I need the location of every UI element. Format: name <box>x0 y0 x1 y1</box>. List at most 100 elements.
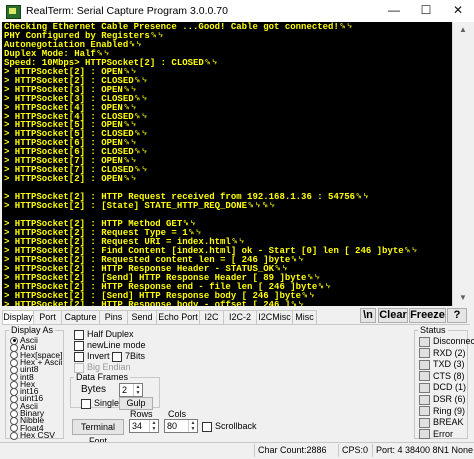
status-indicator-label: DCD (1) <box>433 382 466 393</box>
rows-value: 34 <box>132 421 143 431</box>
single-checkbox[interactable]: Single <box>81 398 119 409</box>
checkbox-icon <box>202 421 212 432</box>
tab-display[interactable]: Display <box>2 310 34 325</box>
status-indicator-label: CTS (8) <box>433 370 465 381</box>
tab-echo-port[interactable]: Echo Port <box>156 310 200 325</box>
status-indicator-label: DSR (6) <box>433 394 466 404</box>
checkbox-icon <box>81 398 91 409</box>
led-icon <box>419 394 430 405</box>
data-frames-group: Data Frames Bytes 2 ▲ ▼ Single Gulp <box>70 372 160 410</box>
led-icon <box>419 371 430 382</box>
status-indicator: Disconnect <box>419 336 474 347</box>
display-as-group: Display As Ascii Ansi Hex[space] Hex + Asci… <box>5 325 64 440</box>
status-indicator-label: RXD (2) <box>433 347 466 358</box>
help-button[interactable]: ? <box>447 308 467 323</box>
realterm-app-icon <box>6 5 21 19</box>
cps-readout: CPS:0 <box>338 444 372 457</box>
status-indicator-label: BREAK <box>433 417 464 428</box>
status-bar: Char Count:2886 CPS:0 Port: 4 38400 8N1 … <box>0 442 474 459</box>
invert-checkbox[interactable]: Invert <box>74 351 110 362</box>
cols-stepper[interactable]: 80 ▲ ▼ <box>164 419 198 433</box>
spin-arrows-icon[interactable]: ▲ ▼ <box>188 420 197 432</box>
led-icon <box>419 336 430 347</box>
status-indicator: Ring (9) <box>419 406 465 417</box>
status-label: Status <box>420 325 446 335</box>
single-label: Single <box>94 398 120 408</box>
terminal-font-button[interactable]: Terminal Font <box>72 419 124 446</box>
bytes-value: 2 <box>122 385 128 395</box>
close-button[interactable]: ✕ <box>442 0 474 20</box>
bytes-label: Bytes <box>81 384 107 395</box>
window-title: RealTerm: Serial Capture Program 3.0.0.7… <box>26 5 228 17</box>
7bits-label: 7Bits <box>125 351 146 361</box>
bytes-stepper[interactable]: 2 ▲ ▼ <box>119 383 143 397</box>
data-frames-label: Data Frames <box>76 372 129 382</box>
status-indicator: RXD (2) <box>419 348 466 359</box>
tab-i2c[interactable]: I2C <box>199 310 224 325</box>
terminal-output[interactable]: Checking Ethernet Cable Presence ...Good… <box>2 22 452 306</box>
status-indicator: DCD (1) <box>419 382 466 394</box>
tab-i2c-2[interactable]: I2C-2 <box>223 310 257 325</box>
maximize-button[interactable]: ☐ <box>410 0 442 20</box>
title-bar: RealTerm: Serial Capture Program 3.0.0.7… <box>0 0 474 22</box>
terminal-line: > HTTPSocket[2] : OPEN␍␊ <box>4 174 138 185</box>
freeze-button[interactable]: Freeze <box>409 308 446 323</box>
scroll-down-arrow-icon[interactable]: ▼ <box>453 290 473 306</box>
status-indicator: BREAK <box>419 417 464 428</box>
big-endian-label: Big Endian <box>87 362 131 372</box>
led-icon <box>419 359 430 370</box>
led-icon <box>419 383 430 394</box>
led-icon <box>419 417 430 428</box>
led-icon <box>419 406 430 417</box>
spin-arrows-icon[interactable]: ▲ ▼ <box>149 420 158 432</box>
cols-label: Cols <box>168 409 187 419</box>
tab-capture[interactable]: Capture <box>61 310 100 325</box>
status-indicator-label: Disconnect <box>433 336 474 346</box>
led-icon <box>419 429 430 440</box>
terminal-scrollbar[interactable]: ▲ ▼ <box>452 22 473 306</box>
status-indicator-label: TXD (3) <box>433 359 465 370</box>
newline-button[interactable]: \n <box>360 308 376 323</box>
checkbox-icon <box>74 340 84 351</box>
led-icon <box>419 348 430 359</box>
cols-value: 80 <box>167 421 178 431</box>
spin-arrows-icon[interactable]: ▲ ▼ <box>133 384 142 396</box>
checkbox-icon <box>112 351 122 362</box>
status-group: Status Disconnect RXD (2) TXD (3) CTS (8) DC… <box>414 325 474 440</box>
clear-button[interactable]: Clear <box>378 308 408 323</box>
rows-stepper[interactable]: 34 ▲ ▼ <box>129 419 159 433</box>
tab-misc[interactable]: Misc <box>292 310 317 325</box>
port-settings: Port: 4 38400 8N1 None <box>372 444 474 457</box>
rows-label: Rows <box>130 409 153 419</box>
tab-send[interactable]: Send <box>127 310 157 325</box>
status-indicator: DSR (6) <box>419 394 466 405</box>
terminal-text: Checking Ethernet Cable Presence ...Good… <box>2 22 452 307</box>
scrollback-label: Scrollback <box>215 421 257 431</box>
newline-mode-label: newLine mode <box>87 340 146 350</box>
radio-icon <box>10 431 18 440</box>
checkbox-icon <box>74 351 84 362</box>
half-duplex-checkbox[interactable]: Half Duplex <box>74 329 134 340</box>
status-indicator-label: Error <box>433 428 453 439</box>
tab-pins[interactable]: Pins <box>99 310 128 325</box>
display-tab-panel: Display As Ascii Ansi Hex[space] Hex + Asci… <box>2 324 474 446</box>
tab-port[interactable]: Port <box>33 310 62 325</box>
status-indicator-label: Ring (9) <box>433 405 466 416</box>
invert-label: Invert <box>87 351 110 361</box>
terminal-line: > HTTPSocket[2] : [State] STATE_HTTP_REQ… <box>4 201 276 212</box>
minimize-button[interactable]: — <box>378 0 410 20</box>
newline-mode-checkbox[interactable]: newLine mode <box>74 340 146 351</box>
display-as-radio[interactable]: Hex CSV <box>10 431 55 440</box>
status-indicator: CTS (8) <box>419 371 465 382</box>
scroll-up-arrow-icon[interactable]: ▲ <box>453 22 473 38</box>
tab-i2cmisc[interactable]: I2CMisc <box>256 310 293 325</box>
scrollback-checkbox[interactable]: Scrollback <box>202 421 257 432</box>
status-indicator: TXD (3) <box>419 359 465 370</box>
half-duplex-label: Half Duplex <box>87 329 134 339</box>
terminal-line: > HTTPSocket[2] : HTTP Response body - o… <box>4 299 305 306</box>
7bits-checkbox[interactable]: 7Bits <box>112 351 145 362</box>
checkbox-icon <box>74 329 84 340</box>
char-count: Char Count:2886 <box>254 444 334 457</box>
status-indicator: Error <box>419 429 453 440</box>
display-as-option-label: Hex CSV <box>20 429 55 440</box>
